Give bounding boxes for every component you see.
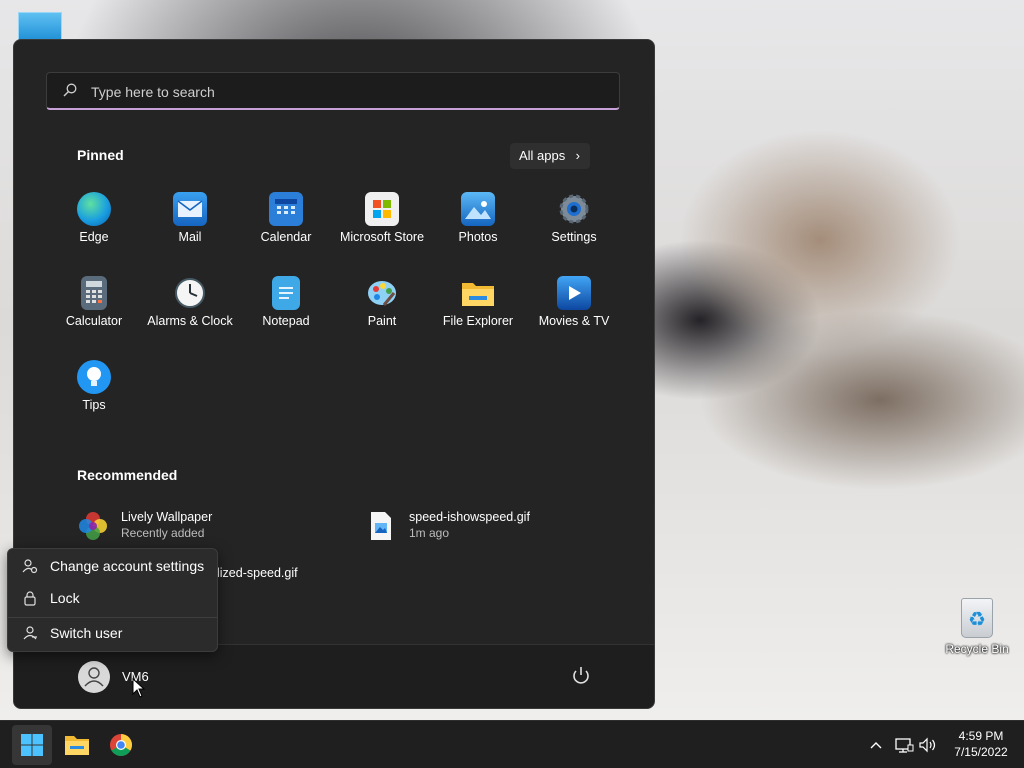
mouse-cursor-icon — [132, 678, 146, 698]
start-footer: VM6 — [14, 644, 654, 708]
search-input[interactable] — [89, 80, 593, 104]
chevron-right-icon: › — [575, 148, 580, 163]
recommended-item-subtitle: 1m ago — [409, 526, 450, 540]
flyout-item-label: Change account settings — [50, 558, 205, 574]
pinned-app-label: Calculator — [65, 314, 123, 328]
start-button[interactable] — [12, 725, 52, 765]
pinned-app-label: Edge — [79, 230, 109, 244]
folder-icon — [461, 276, 495, 310]
pinned-app-file-explorer[interactable]: File Explorer — [430, 274, 526, 350]
paint-palette-icon — [365, 276, 399, 310]
pinned-app-mail[interactable]: Mail — [142, 190, 238, 266]
desktop-shortcut-icon[interactable] — [18, 12, 62, 42]
search-box[interactable] — [46, 72, 620, 110]
settings-gear-icon — [557, 192, 591, 226]
clock-date: 7/15/2022 — [954, 745, 1008, 759]
notepad-icon — [272, 276, 300, 310]
change-account-settings-item[interactable]: Change account settings — [8, 551, 217, 581]
recommended-item[interactable]: Lively Wallpaper Recently added — [77, 506, 317, 546]
pinned-app-settings[interactable]: Settings — [526, 190, 622, 266]
lock-icon — [24, 591, 36, 606]
power-icon[interactable] — [570, 665, 592, 687]
pinned-app-label: Paint — [367, 314, 397, 328]
recommended-heading: Recommended — [77, 467, 178, 483]
lively-wallpaper-icon — [79, 512, 107, 540]
pinned-app-tips[interactable]: Tips — [46, 358, 142, 434]
search-icon — [63, 83, 77, 97]
all-apps-label: All apps — [519, 148, 566, 163]
pinned-app-microsoft-store[interactable]: Microsoft Store — [334, 190, 430, 266]
recommended-item-name: speed-ishowspeed.gif — [409, 510, 530, 524]
recommended-item-name: Lively Wallpaper — [121, 510, 213, 524]
recycle-bin-icon — [961, 598, 993, 638]
movies-tv-icon — [557, 276, 591, 310]
pinned-app-label: Mail — [178, 230, 202, 244]
recommended-item-subtitle: Recently added — [121, 526, 205, 540]
edge-icon — [77, 192, 111, 226]
pinned-app-label: Notepad — [262, 314, 310, 328]
file-explorer-taskbar-button[interactable] — [57, 725, 97, 765]
alarm-clock-icon — [173, 276, 207, 310]
volume-icon[interactable] — [918, 735, 938, 755]
pinned-app-notepad[interactable]: Notepad — [238, 274, 334, 350]
folder-icon — [65, 736, 89, 755]
user-avatar[interactable] — [78, 661, 110, 693]
photos-icon — [461, 192, 495, 226]
flyout-item-label: Switch user — [50, 625, 123, 641]
account-settings-icon — [22, 559, 38, 574]
mail-icon — [173, 192, 207, 226]
chrome-taskbar-button[interactable] — [101, 725, 141, 765]
switch-user-icon — [23, 626, 37, 640]
pinned-app-label: Microsoft Store — [339, 230, 425, 244]
account-flyout-menu: Change account settings Lock Switch user — [7, 548, 218, 652]
switch-user-item[interactable]: Switch user — [8, 618, 217, 648]
taskbar: 4:59 PM 7/15/2022 — [0, 720, 1024, 768]
recycle-bin-shortcut[interactable]: Recycle Bin — [942, 598, 1012, 656]
chevron-up-icon[interactable] — [866, 735, 886, 755]
image-file-icon — [371, 512, 391, 540]
recommended-item-name: lized-speed.gif — [217, 566, 298, 580]
clock-time: 4:59 PM — [958, 729, 1004, 743]
flyout-item-label: Lock — [50, 590, 80, 606]
pinned-app-label: Alarms & Clock — [147, 314, 233, 328]
pinned-app-alarms-clock[interactable]: Alarms & Clock — [142, 274, 238, 350]
calendar-icon — [269, 192, 303, 226]
pinned-app-label: Settings — [551, 230, 597, 244]
user-icon — [84, 667, 104, 687]
lock-item[interactable]: Lock — [8, 583, 217, 613]
taskbar-clock[interactable]: 4:59 PM 7/15/2022 — [946, 728, 1016, 760]
pinned-app-label: File Explorer — [442, 314, 514, 328]
pinned-heading: Pinned — [77, 147, 124, 163]
tips-lightbulb-icon — [77, 360, 111, 394]
calculator-icon — [81, 276, 107, 310]
microsoft-store-icon — [365, 192, 399, 226]
pinned-app-paint[interactable]: Paint — [334, 274, 430, 350]
all-apps-button[interactable]: All apps › — [510, 143, 590, 169]
chrome-icon — [110, 734, 132, 756]
pinned-app-edge[interactable]: Edge — [46, 190, 142, 266]
recommended-item[interactable]: speed-ishowspeed.gif 1m ago — [365, 506, 605, 546]
pinned-app-label: Movies & TV — [538, 314, 610, 328]
pinned-app-label: Tips — [82, 398, 106, 412]
pinned-app-label: Photos — [458, 230, 498, 244]
pinned-app-calculator[interactable]: Calculator — [46, 274, 142, 350]
network-icon[interactable] — [894, 735, 914, 755]
pinned-app-calendar[interactable]: Calendar — [238, 190, 334, 266]
pinned-app-movies-tv[interactable]: Movies & TV — [526, 274, 622, 350]
pinned-app-label: Calendar — [260, 230, 312, 244]
windows-logo-icon — [21, 734, 43, 756]
pinned-app-photos[interactable]: Photos — [430, 190, 526, 266]
recycle-bin-label: Recycle Bin — [945, 642, 1009, 656]
